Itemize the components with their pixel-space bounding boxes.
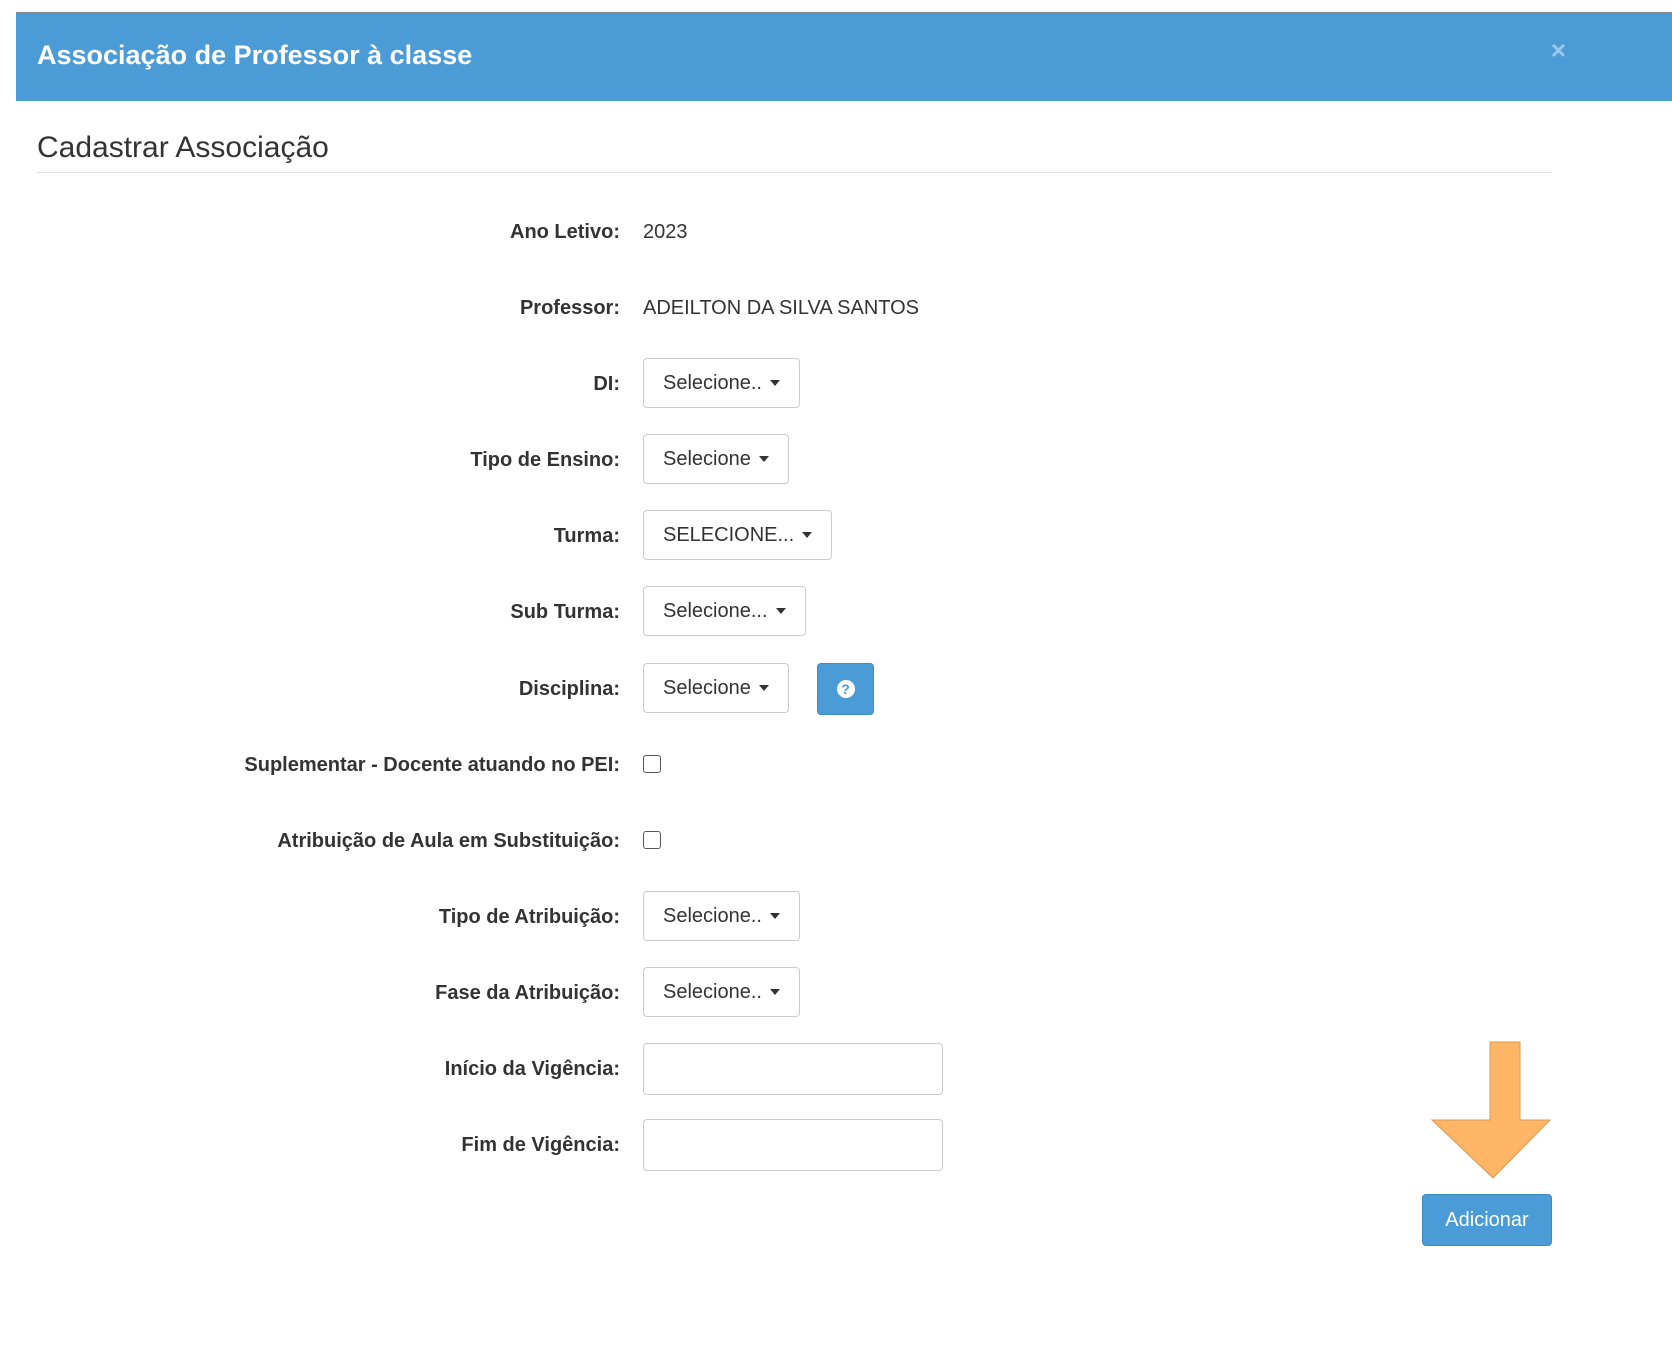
caret-down-icon	[769, 913, 780, 919]
sub-turma-selected: Selecione...	[663, 599, 768, 622]
suplementar-label: Suplementar - Docente atuando no PEI:	[244, 754, 620, 776]
row-fase-atribuicao: Fase da Atribuição: Selecione..	[0, 967, 1672, 1017]
di-dropdown[interactable]: Selecione..	[643, 358, 800, 408]
disciplina-help-button[interactable]: ?	[817, 663, 874, 715]
di-selected: Selecione..	[663, 371, 762, 394]
arrow-down-icon	[1430, 1041, 1552, 1179]
modal-header: Associação de Professor à classe ×	[16, 13, 1672, 101]
row-turma: Turma: SELECIONE...	[0, 510, 1672, 560]
row-professor: Professor: ADEILTON DA SILVA SANTOS	[0, 288, 1672, 328]
ano-letivo-label: Ano Letivo:	[510, 221, 620, 243]
turma-selected: SELECIONE...	[663, 523, 795, 546]
question-circle-icon: ?	[836, 680, 855, 698]
professor-value: ADEILTON DA SILVA SANTOS	[643, 297, 920, 319]
row-substituicao: Atribuição de Aula em Substituição:	[0, 821, 1672, 861]
tipo-atribuicao-selected: Selecione..	[663, 904, 762, 927]
fase-atribuicao-label: Fase da Atribuição:	[435, 982, 620, 1004]
inicio-vigencia-label: Início da Vigência:	[444, 1058, 620, 1080]
fim-vigencia-input[interactable]	[643, 1119, 943, 1171]
tipo-ensino-dropdown[interactable]: Selecione	[643, 434, 789, 484]
modal: Associação de Professor à classe × Cadas…	[0, 0, 1672, 1345]
tipo-atribuicao-dropdown[interactable]: Selecione..	[643, 891, 800, 941]
row-tipo-ensino: Tipo de Ensino: Selecione	[0, 434, 1672, 484]
row-disciplina: Disciplina: Selecione ?	[0, 663, 1672, 715]
row-ano-letivo: Ano Letivo: 2023	[0, 212, 1672, 252]
modal-title: Associação de Professor à classe	[37, 40, 473, 70]
fase-atribuicao-selected: Selecione..	[663, 980, 762, 1003]
row-di: DI: Selecione..	[0, 358, 1672, 408]
tipo-ensino-label: Tipo de Ensino:	[470, 449, 620, 471]
inicio-vigencia-input[interactable]	[643, 1043, 943, 1095]
professor-label: Professor:	[519, 297, 620, 319]
tipo-ensino-selected: Selecione	[663, 447, 751, 470]
caret-down-icon	[769, 380, 780, 386]
sub-turma-dropdown[interactable]: Selecione...	[643, 586, 806, 636]
suplementar-checkbox[interactable]	[643, 755, 661, 773]
tipo-atribuicao-label: Tipo de Atribuição:	[438, 906, 620, 928]
caret-down-icon	[758, 456, 769, 462]
row-fim-vigencia: Fim de Vigência:	[0, 1119, 1672, 1171]
row-suplementar: Suplementar - Docente atuando no PEI:	[0, 745, 1672, 785]
substituicao-label: Atribuição de Aula em Substituição:	[277, 830, 620, 852]
disciplina-dropdown[interactable]: Selecione	[643, 663, 789, 713]
caret-down-icon	[775, 608, 786, 614]
section-title: Cadastrar Associação	[37, 131, 329, 164]
turma-label: Turma:	[553, 525, 620, 547]
caret-down-icon	[758, 685, 769, 691]
fim-vigencia-label: Fim de Vigência:	[461, 1134, 620, 1156]
divider	[37, 172, 1552, 173]
ano-letivo-value: 2023	[643, 221, 688, 243]
turma-dropdown[interactable]: SELECIONE...	[643, 510, 833, 560]
di-label: DI:	[593, 373, 620, 395]
close-icon[interactable]: ×	[1551, 35, 1566, 65]
disciplina-label: Disciplina:	[518, 678, 620, 700]
caret-down-icon	[769, 989, 780, 995]
caret-down-icon	[802, 532, 813, 538]
row-tipo-atribuicao: Tipo de Atribuição: Selecione..	[0, 891, 1672, 941]
add-button[interactable]: Adicionar	[1422, 1194, 1552, 1246]
row-sub-turma: Sub Turma: Selecione...	[0, 586, 1672, 636]
substituicao-checkbox[interactable]	[643, 831, 661, 849]
row-inicio-vigencia: Início da Vigência:	[0, 1043, 1672, 1095]
disciplina-selected: Selecione	[663, 676, 751, 699]
fase-atribuicao-dropdown[interactable]: Selecione..	[643, 967, 800, 1017]
sub-turma-label: Sub Turma:	[510, 601, 620, 623]
